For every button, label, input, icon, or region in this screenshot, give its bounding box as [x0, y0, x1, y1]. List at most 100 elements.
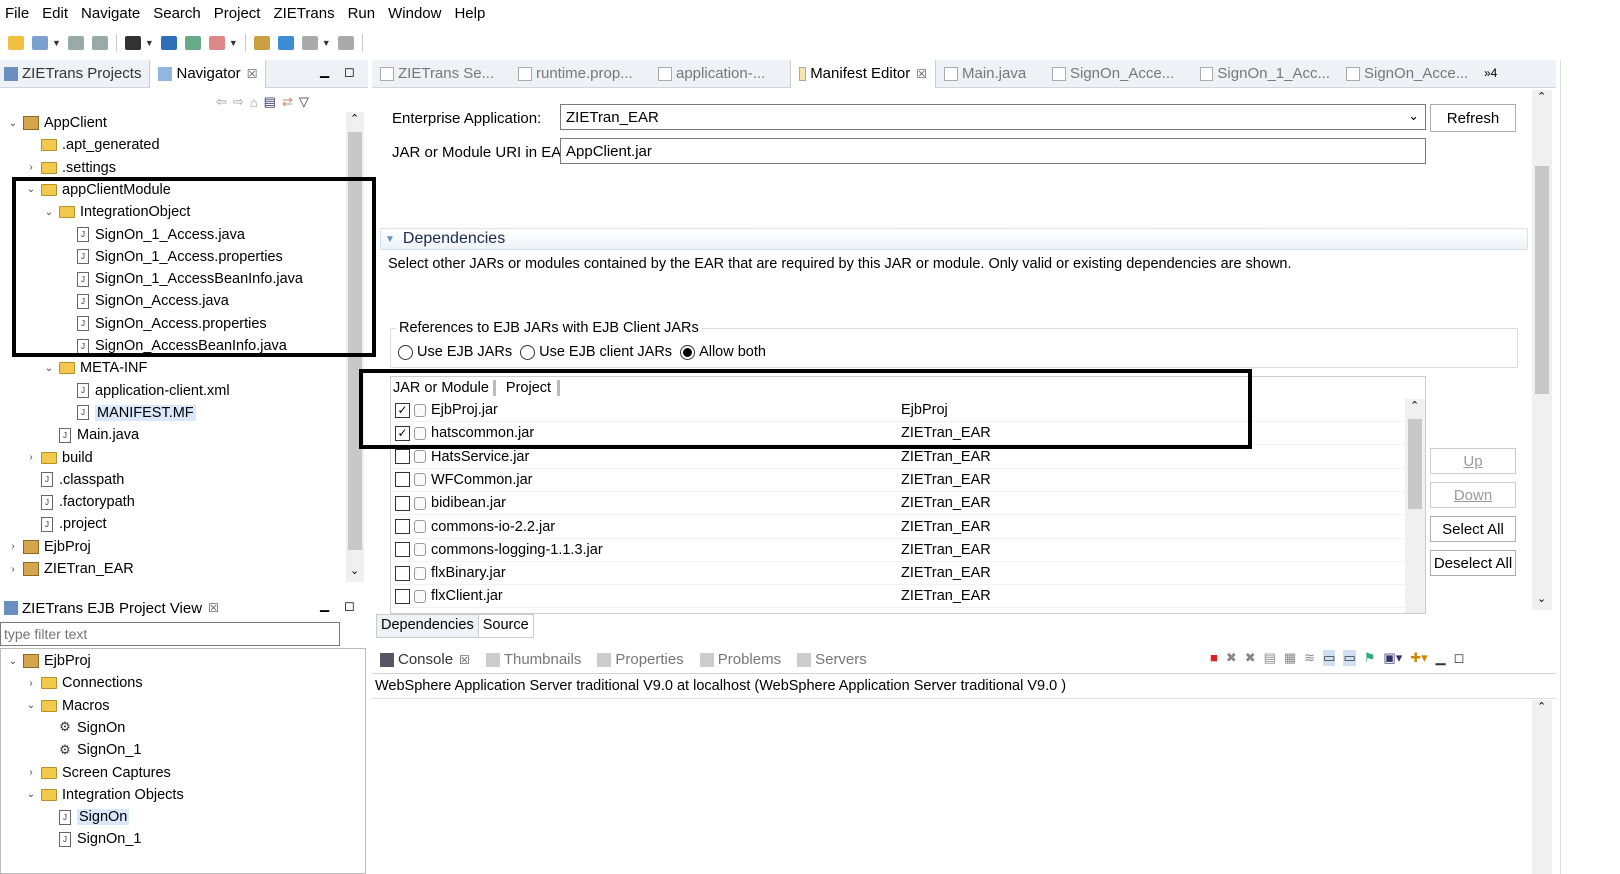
tree-item[interactable]: ⌄ AppClient	[6, 112, 107, 134]
table-scrollbar[interactable]: ⌃	[1405, 399, 1425, 613]
tree-item[interactable]: .apt_generated	[24, 134, 160, 156]
save-icon[interactable]	[67, 36, 84, 50]
new-icon[interactable]	[8, 36, 24, 50]
refresh-button[interactable]: Refresh	[1430, 104, 1516, 132]
chevron-icon[interactable]: ›	[6, 564, 20, 575]
display-console-icon[interactable]: ▣▾	[1383, 650, 1402, 666]
dropdown-arrow-icon[interactable]: ▼	[322, 38, 331, 48]
remove-launch-icon[interactable]: ✖	[1226, 650, 1237, 666]
radio-option[interactable]: Use EJB JARs	[398, 344, 512, 360]
tree-item[interactable]: Japplication-client.xml	[60, 380, 230, 402]
editor-tab[interactable]: SignOn_Acce...	[1044, 60, 1192, 88]
dependency-checkbox[interactable]	[395, 565, 410, 581]
print-icon[interactable]	[124, 36, 141, 50]
maximize-icon[interactable]: ◻	[344, 64, 355, 80]
maximize-icon[interactable]: ◻	[1454, 650, 1465, 666]
uri-field[interactable]: AppClient.jar	[560, 138, 1426, 164]
editor-tab[interactable]: Main.java	[936, 60, 1044, 88]
table-row[interactable]: commons-io-2.2.jar ZIETran_EAR	[391, 516, 1405, 539]
table-row[interactable]: WFCommon.jar ZIETran_EAR	[391, 469, 1405, 492]
table-row[interactable]: flxBinary.jar ZIETran_EAR	[391, 562, 1405, 586]
chevron-icon[interactable]: ⌄	[6, 656, 20, 667]
console-scrollbar[interactable]: ⌃	[1532, 700, 1552, 874]
tree-item[interactable]: ⌄ Macros	[24, 695, 110, 717]
dependency-checkbox[interactable]	[395, 472, 410, 488]
chevron-icon[interactable]: ⌄	[42, 363, 56, 374]
scroll-thumb[interactable]	[1408, 419, 1422, 509]
tree-item[interactable]: ⌄ EjbProj	[6, 650, 91, 672]
tree-item[interactable]: J .classpath	[24, 469, 124, 491]
build-icon[interactable]	[208, 36, 225, 50]
open-console-icon[interactable]: ✚▾	[1410, 650, 1427, 666]
close-icon[interactable]: ☒	[916, 67, 927, 81]
tab-navigator[interactable]: Navigator ☒	[149, 59, 267, 88]
menu-edit[interactable]: Edit	[37, 5, 76, 22]
down-button[interactable]: Down	[1430, 482, 1516, 508]
editor-tab[interactable]: SignOn_1_Acc...	[1192, 60, 1338, 88]
up-folder-icon[interactable]: ⌂	[250, 95, 258, 110]
editor-tab[interactable]: runtime.prop...	[510, 60, 650, 88]
tree-item[interactable]: ⚙ SignOn	[42, 717, 125, 739]
tab-dependencies[interactable]: Dependencies	[376, 614, 479, 638]
show-on-output-icon[interactable]: ▭	[1323, 650, 1336, 666]
editor-scrollbar[interactable]: ⌃ ⌄	[1532, 90, 1552, 610]
scroll-up-icon[interactable]: ⌃	[350, 112, 359, 125]
scroll-up-icon[interactable]: ⌃	[1410, 399, 1419, 412]
view-menu-icon[interactable]: ▽	[299, 94, 309, 110]
dropdown-arrow-icon[interactable]: ▼	[229, 38, 238, 48]
console-tab[interactable]: Servers	[789, 646, 875, 674]
dependency-checkbox[interactable]	[395, 542, 410, 558]
dependency-checkbox[interactable]	[395, 588, 410, 604]
chevron-icon[interactable]: ›	[24, 452, 38, 463]
menu-run[interactable]: Run	[343, 5, 384, 22]
tree-item[interactable]: › build	[24, 447, 92, 469]
dependency-checkbox[interactable]	[395, 449, 410, 465]
menu-project[interactable]: Project	[209, 5, 269, 22]
chevron-icon[interactable]: ›	[24, 678, 38, 689]
table-row[interactable]: flxClient.jar ZIETran_EAR	[391, 585, 1405, 609]
radio-button[interactable]	[680, 344, 696, 360]
back-icon[interactable]	[301, 36, 318, 50]
tab-ejb-project-view[interactable]: ZIETrans EJB Project View ☒	[0, 594, 227, 622]
close-icon[interactable]: ☒	[208, 601, 219, 615]
scroll-lock-icon[interactable]: ▦	[1284, 650, 1296, 666]
dropdown-arrow-icon[interactable]: ▼	[52, 38, 61, 48]
menu-zietrans[interactable]: ZIETrans	[268, 5, 342, 22]
clear-console-icon[interactable]: ▤	[1264, 650, 1276, 666]
tree-item[interactable]: ⌄ Integration Objects	[24, 784, 184, 806]
radio-button[interactable]	[520, 344, 536, 360]
tree-item[interactable]: J Main.java	[42, 424, 139, 446]
tree-item[interactable]: J .factorypath	[24, 491, 135, 513]
scroll-down-icon[interactable]: ⌄	[350, 564, 359, 577]
maximize-icon[interactable]: ◻	[344, 598, 355, 614]
show-on-error-icon[interactable]: ▭	[1343, 650, 1356, 666]
tree-item[interactable]: ⌄ META-INF	[42, 357, 148, 379]
link-editor-icon[interactable]: ⇄	[282, 94, 293, 110]
dropdown-arrow-icon[interactable]: ▼	[145, 38, 154, 48]
chevron-down-icon[interactable]: ⌄	[1408, 108, 1419, 124]
enterprise-application-select[interactable]: ZIETran_EAR ⌄	[560, 104, 1426, 130]
back-arrow-icon[interactable]: ⇦	[216, 94, 227, 110]
dependencies-section-header[interactable]: ▼ Dependencies	[380, 228, 1528, 250]
dependency-checkbox[interactable]	[395, 519, 410, 534]
console-tab[interactable]: Console ☒	[372, 646, 478, 674]
radio-option[interactable]: Use EJB client JARs	[520, 344, 672, 360]
globe-icon[interactable]	[277, 36, 294, 50]
tree-item[interactable]: › .settings	[24, 157, 116, 179]
debug-icon[interactable]	[184, 36, 201, 50]
radio-option[interactable]: Allow both	[680, 344, 766, 360]
tree-item[interactable]: J SignOn	[42, 806, 130, 828]
chevron-icon[interactable]: ›	[24, 162, 38, 173]
close-icon[interactable]: ☒	[459, 653, 470, 667]
radio-button[interactable]	[398, 344, 413, 360]
table-row[interactable]: bidibean.jar ZIETran_EAR	[391, 492, 1405, 516]
menu-help[interactable]: Help	[449, 5, 493, 22]
editor-tab[interactable]: SignOn_Acce...	[1338, 60, 1484, 88]
new-wizard-icon[interactable]	[32, 36, 48, 50]
tree-item[interactable]: ⚙ SignOn_1	[42, 739, 142, 761]
chevron-icon[interactable]: ⌄	[24, 700, 38, 711]
tab-source[interactable]: Source	[478, 614, 534, 638]
minimize-icon[interactable]: ▁	[320, 64, 329, 78]
run-icon[interactable]	[160, 36, 177, 50]
dependency-checkbox[interactable]	[395, 495, 410, 511]
